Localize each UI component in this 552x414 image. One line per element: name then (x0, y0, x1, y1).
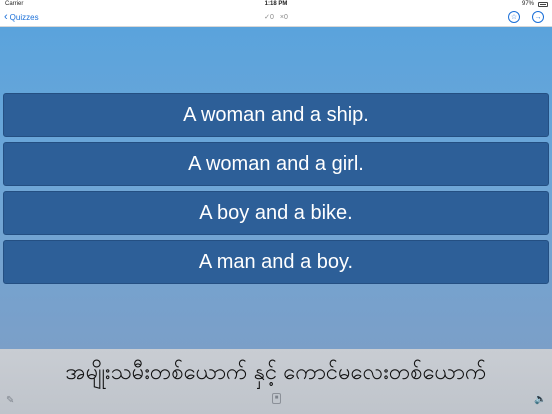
battery-percent: 97% (521, 1, 534, 7)
answer-button-4[interactable]: A man and a boy. (3, 240, 549, 284)
question-panel: အမျိုးသမီးတစ်ယောက် နှင့် ကောင်မလေးတစ်ယော… (0, 349, 552, 414)
question-text: အမျိုးသမီးတစ်ယောက် နှင့် ကောင်မလေးတစ်ယော… (65, 359, 487, 384)
answer-button-2[interactable]: A woman and a girl. (3, 142, 549, 186)
navigation-bar: ‹ Quizzes ✓0 ×0 ☆ → (0, 9, 552, 27)
favorite-button[interactable]: ☆ (508, 11, 520, 23)
score-display: ✓0 ×0 (0, 13, 552, 21)
speaker-icon[interactable]: 🔈 (534, 394, 546, 405)
next-button[interactable]: → (532, 11, 544, 23)
status-time: 1:18 PM (264, 1, 288, 7)
pencil-icon[interactable]: ✎ (6, 395, 14, 406)
quiz-area: A woman and a ship. A woman and a girl. … (0, 27, 552, 349)
correct-count: ✓0 (264, 14, 274, 21)
status-bar: Carrier 1:18 PM 97% (0, 0, 552, 9)
star-icon: ☆ (510, 14, 518, 21)
arrow-right-icon: → (534, 13, 542, 21)
battery-icon (538, 2, 548, 7)
hint-icon[interactable]: ■ (272, 393, 281, 404)
answer-list: A woman and a ship. A woman and a girl. … (3, 93, 549, 289)
wrong-count: ×0 (279, 14, 288, 21)
answer-button-3[interactable]: A boy and a bike. (3, 191, 549, 235)
answer-button-1[interactable]: A woman and a ship. (3, 93, 549, 137)
